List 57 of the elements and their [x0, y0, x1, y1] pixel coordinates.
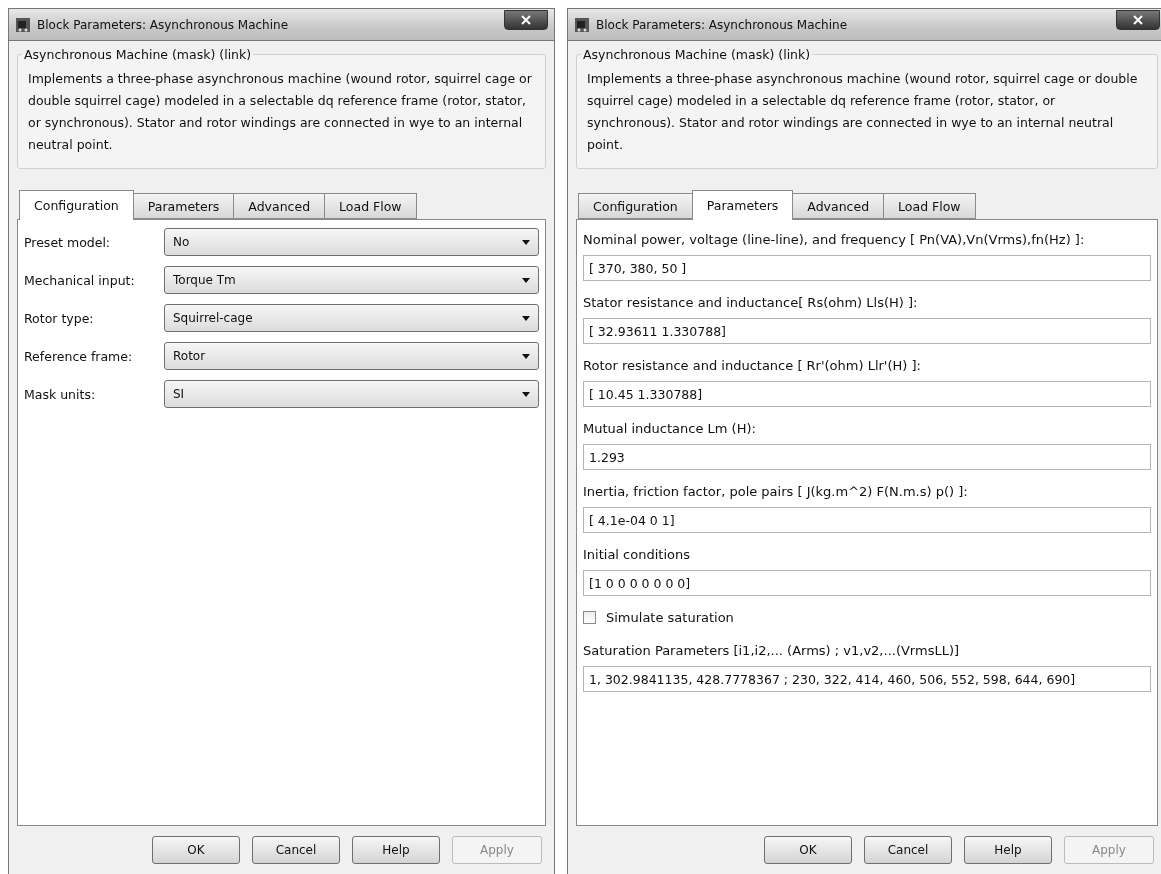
input-field[interactable]: [ 32.93611 1.330788] [583, 318, 1151, 344]
dropdown[interactable]: No [164, 228, 539, 256]
input-field[interactable]: [ 4.1e-04 0 1] [583, 507, 1151, 533]
field-label: Initial conditions [583, 547, 691, 562]
dialog-button[interactable]: OK [152, 836, 240, 864]
description-text: Implements a three-phase asynchronous machine (wound rotor, squirrel cage or double squirrel cage) modeled in a selectable dq reference frame (rotor, stator, or synchronous). Stator and rotor windings are connected in wye to an internal neutral point. [28, 70, 533, 154]
tab[interactable]: Load Flow [324, 193, 417, 219]
input-field[interactable]: [ 10.45 1.330788] [583, 381, 1151, 407]
close-button[interactable] [504, 9, 548, 30]
group-title: Asynchronous Machine (mask) (link) [582, 47, 812, 62]
dialog-button[interactable]: Help [964, 836, 1052, 864]
field-label: Mechanical input: [24, 272, 136, 288]
field-label: Reference frame: [24, 348, 134, 364]
field-label: Saturation Parameters [i1,i2,... (Arms) ; v1,v2,...(VrmsLL)] [583, 643, 961, 658]
app-icon [574, 16, 590, 33]
dropdown[interactable]: Squirrel-cage [164, 304, 539, 332]
field-label: Rotor type: [24, 310, 95, 326]
tab[interactable]: Configuration [578, 193, 693, 219]
input-field[interactable]: 1, 302.9841135, 428.7778367 ; 230, 322, 414, 460, 506, 552, 598, 644, 690] [583, 666, 1151, 692]
window-title: Block Parameters: Asynchronous Machine [37, 17, 290, 32]
close-icon [521, 14, 531, 25]
tab[interactable]: Parameters [691, 190, 794, 220]
field-label: Preset model: [24, 234, 112, 250]
field-label: Nominal power, voltage (line-line), and frequency [ Pn(VA),Vn(Vrms),fn(Hz) ]: [583, 232, 1086, 247]
group-title: Asynchronous Machine (mask) (link) [23, 47, 253, 62]
window-title: Block Parameters: Asynchronous Machine [596, 17, 849, 32]
dialog-button[interactable]: OK [764, 836, 852, 864]
tab[interactable]: Advanced [792, 193, 885, 219]
checkbox[interactable] [583, 611, 596, 624]
dialog-button[interactable]: Cancel [864, 836, 952, 864]
dropdown[interactable]: SI [164, 380, 539, 408]
field-label: Stator resistance and inductance[ Rs(ohm) Lls(H) ]: [583, 295, 919, 310]
checkbox-label: Simulate saturation [606, 610, 734, 625]
close-icon [1133, 14, 1143, 25]
dropdown[interactable]: Rotor [164, 342, 539, 370]
field-label: Rotor resistance and inductance [ Rr'(ohm) Llr'(H) ]: [583, 358, 922, 373]
dropdown[interactable]: Torque Tm [164, 266, 539, 294]
caret-icon [522, 315, 530, 321]
input-field[interactable]: [1 0 0 0 0 0 0 0] [583, 570, 1151, 596]
tab[interactable]: Parameters [132, 193, 235, 219]
field-label: Mutual inductance Lm (H): [583, 421, 757, 436]
caret-icon [522, 353, 530, 359]
close-button[interactable] [1116, 9, 1160, 30]
tab[interactable]: Configuration [19, 190, 134, 220]
caret-icon [522, 239, 530, 245]
caret-icon [522, 277, 530, 283]
caret-icon [522, 391, 530, 397]
field-label: Mask units: [24, 386, 97, 402]
description-text: Implements a three-phase asynchronous machine (wound rotor, squirrel cage or double squirrel cage) modeled in a selectable dq reference frame (rotor, stator, or synchronous). Stator and rotor windings are connected in wye to an internal neutral point. [587, 70, 1139, 154]
input-field[interactable]: 1.293 [583, 444, 1151, 470]
tab[interactable]: Advanced [233, 193, 326, 219]
tab[interactable]: Load Flow [883, 193, 976, 219]
input-field[interactable]: [ 370, 380, 50 ] [583, 255, 1151, 281]
field-label: Inertia, friction factor, pole pairs [ J(kg.m^2) F(N.m.s) p() ]: [583, 484, 969, 499]
dialog-button[interactable]: Help [352, 836, 440, 864]
dialog-button[interactable]: Cancel [252, 836, 340, 864]
app-icon [15, 16, 31, 33]
